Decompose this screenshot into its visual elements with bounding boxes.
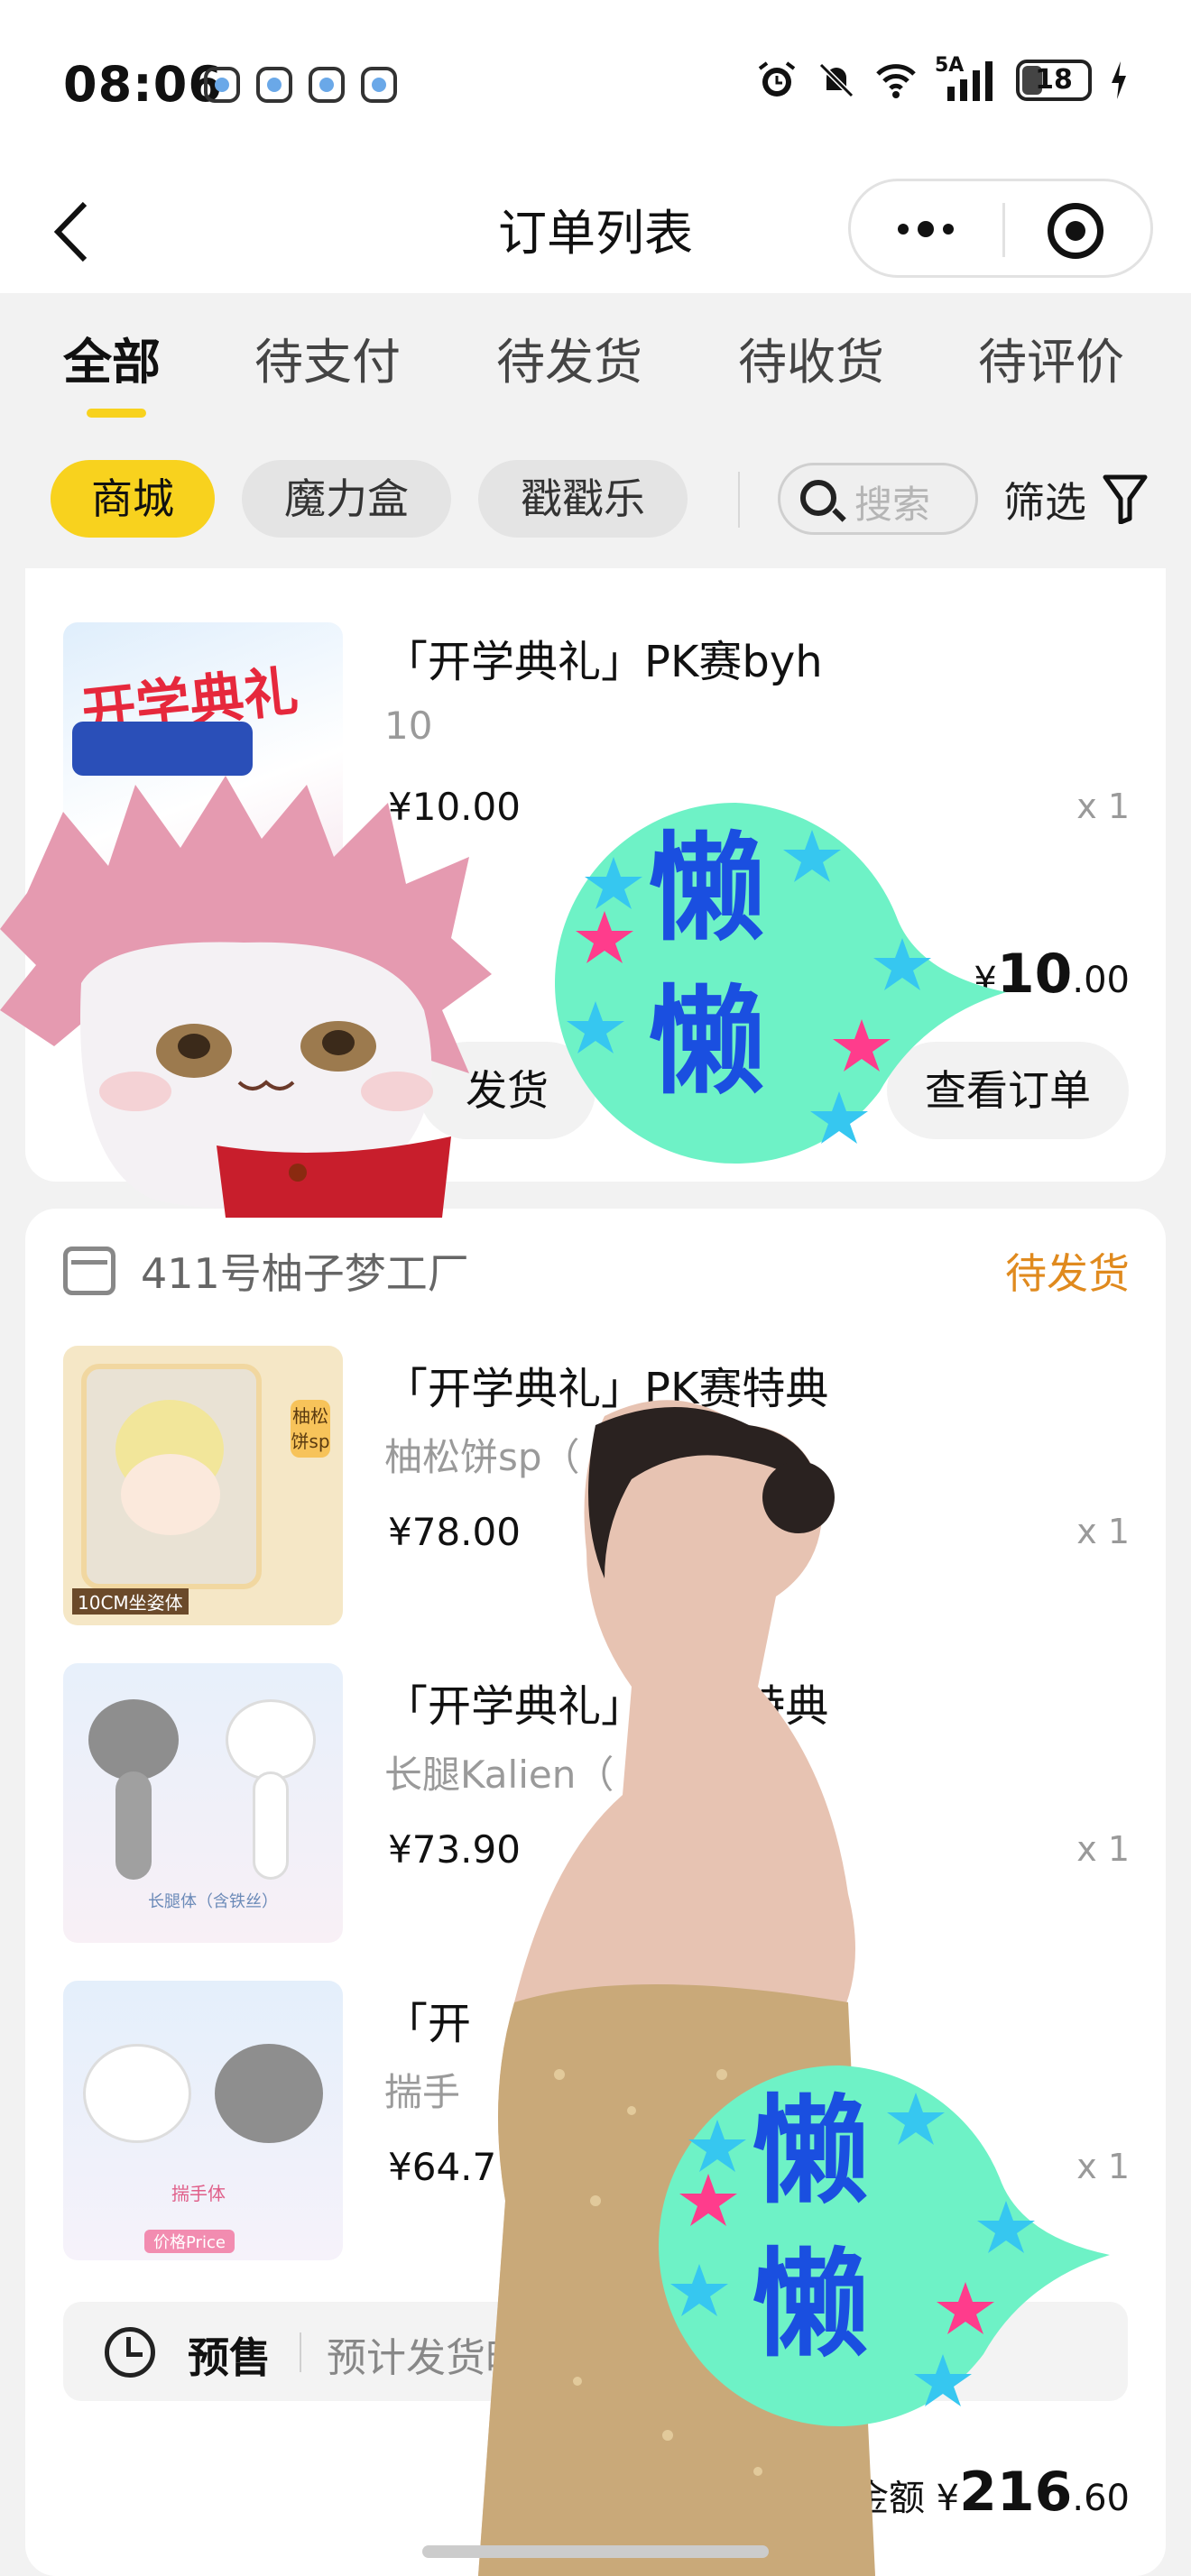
shop-name[interactable]: 411号柚子梦工厂: [141, 1241, 469, 1301]
speech-bubble-sticker: 懒懒: [541, 794, 1011, 1173]
notification-app-icon: [309, 67, 345, 103]
sticker-text: 懒懒: [752, 2083, 870, 2373]
product-image-text: 揣手体: [171, 2183, 226, 2204]
tab-pending-receipt[interactable]: 待收货: [738, 322, 884, 393]
product-image-side-text: 柚松饼sp: [291, 1400, 330, 1458]
product-quantity: x 1: [1076, 1512, 1130, 1551]
product-spec: 揣手: [384, 2070, 461, 2114]
sticker-bubble-shape: [659, 2065, 1110, 2426]
notification-app-icon: [204, 67, 240, 103]
product-image-tag: 价格Price: [144, 2230, 235, 2253]
status-time: 08:06: [63, 56, 223, 113]
status-app-icons: [204, 67, 397, 103]
tab-all[interactable]: 全部: [63, 322, 161, 393]
shop-icon: [63, 1247, 115, 1295]
alarm-icon: [758, 61, 796, 97]
miniprogram-capsule: [848, 179, 1153, 278]
sticker-bubble-shape: [555, 803, 1006, 1164]
filter-row: 商城 魔力盒 戳戳乐 搜索 筛选: [0, 446, 1191, 555]
search-input[interactable]: 搜索: [778, 463, 978, 535]
active-tab-indicator: [87, 409, 146, 418]
tab-pending-shipment[interactable]: 待发货: [496, 322, 642, 393]
chip-poke-game[interactable]: 戳戳乐: [478, 460, 688, 538]
nav-bar: 订单列表: [0, 171, 1191, 293]
tab-pending-review[interactable]: 待评价: [978, 322, 1124, 393]
product-spec: 10: [384, 704, 433, 748]
funnel-icon[interactable]: [1103, 474, 1148, 524]
presale-label: 预售: [188, 2333, 271, 2382]
filter-button[interactable]: 筛选: [1003, 470, 1086, 529]
anime-character-sticker: [0, 776, 492, 1218]
speech-bubble-sticker: 懒懒: [645, 2056, 1114, 2435]
home-indicator[interactable]: [422, 2545, 769, 2558]
search-icon: [800, 480, 836, 516]
product-image-text: 10CM坐姿体: [72, 1588, 189, 1615]
clock-icon: [105, 2327, 155, 2378]
product-image[interactable]: 揣手体 价格Price: [63, 1981, 343, 2260]
product-image-text: 长腿体（含铁丝）: [148, 1892, 278, 1911]
status-bar: 08:06 5A 18: [0, 0, 1191, 171]
status-indicators: 5A 18: [756, 54, 1128, 101]
search-placeholder: 搜索: [854, 483, 931, 527]
battery-indicator: 18: [1016, 60, 1092, 101]
tab-pending-payment[interactable]: 待支付: [254, 322, 401, 393]
network-label: 5A: [935, 54, 965, 77]
chip-magic-box[interactable]: 魔力盒: [242, 460, 451, 538]
product-title: 「开学典礼」PK赛byh: [384, 637, 823, 687]
product-image[interactable]: 柚松饼sp 10CM坐姿体: [63, 1346, 343, 1625]
anime-character-image: [0, 776, 492, 1218]
battery-level: 18: [1035, 64, 1073, 96]
wifi-icon: [876, 64, 916, 98]
signal-icon: 5A: [935, 54, 998, 101]
charging-icon: [1112, 61, 1126, 99]
order-status-badge: 待发货: [1005, 1249, 1130, 1298]
close-miniprogram-icon[interactable]: [1048, 203, 1103, 259]
product-quantity: x 1: [1076, 1829, 1130, 1869]
mute-bell-icon: [818, 62, 854, 98]
product-quantity: x 1: [1076, 787, 1130, 826]
product-image[interactable]: 长腿体（含铁丝）: [63, 1663, 343, 1943]
sticker-text: 懒懒: [648, 820, 766, 1110]
notification-app-icon: [361, 67, 397, 103]
order-status-tabs: 全部 待支付 待发货 待收货 待评价: [0, 293, 1191, 428]
more-options-icon[interactable]: [898, 221, 954, 237]
notification-app-icon: [256, 67, 292, 103]
chip-mall[interactable]: 商城: [51, 460, 215, 538]
